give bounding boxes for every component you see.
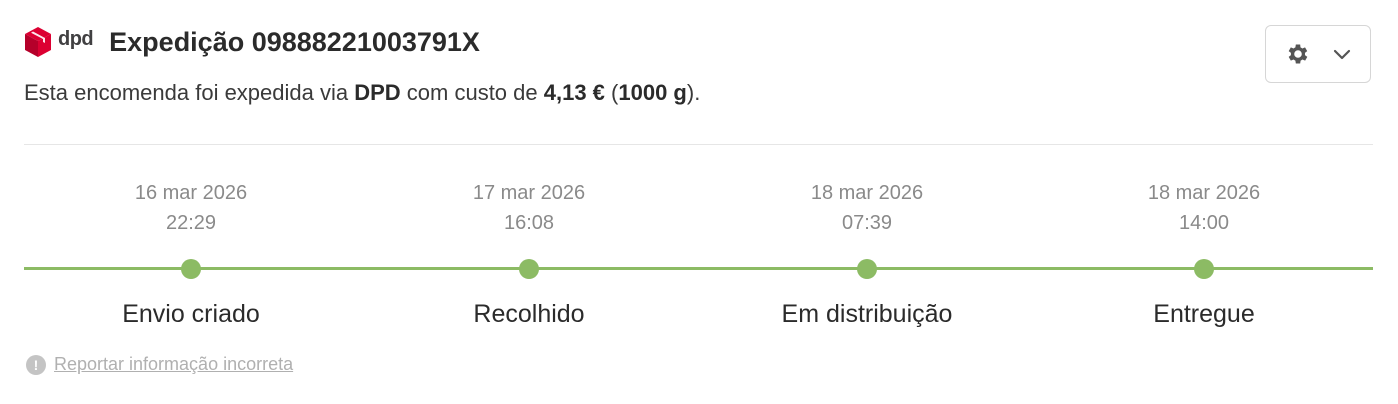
package-weight: 1000 g [618, 80, 687, 105]
carrier-name: DPD [354, 80, 401, 105]
settings-dropdown-button[interactable] [1265, 25, 1371, 83]
step-date: 16 mar 2026 [134, 182, 248, 204]
step-time: 07:39 [841, 212, 893, 234]
timeline-step: 18 mar 2026 14:00 Entregue [1054, 178, 1354, 328]
report-link-text: Reportar informação incorreta [54, 354, 294, 374]
shipping-cost: 4,13 € [543, 80, 605, 105]
step-dot [857, 259, 877, 279]
summary-middle: com custo de [400, 80, 544, 105]
dpd-logo: dpd [24, 26, 94, 58]
shipment-summary: Esta encomenda foi expedida via DPD com … [24, 80, 700, 106]
gear-icon [1288, 44, 1308, 64]
step-dot [181, 259, 201, 279]
page-title: Expedição 09888221003791X [109, 26, 480, 57]
timeline-step: 18 mar 2026 07:39 Em distribuição [717, 178, 1017, 328]
exclamation-icon: ! [26, 354, 46, 375]
step-dot [519, 259, 539, 279]
step-dot [1194, 259, 1214, 279]
step-time: 14:00 [1178, 212, 1230, 234]
summary-prefix: Esta encomenda foi expedida via [24, 80, 355, 105]
step-label: Envio criado [122, 300, 260, 328]
step-date: 17 mar 2026 [472, 182, 586, 204]
step-date: 18 mar 2026 [1147, 182, 1261, 204]
step-label: Entregue [1153, 300, 1255, 328]
shipment-card: dpd Expedição 09888221003791X Esta encom… [0, 0, 1398, 404]
step-time: 16:08 [503, 212, 555, 234]
logo-text: dpd [58, 27, 94, 50]
step-date: 18 mar 2026 [810, 182, 924, 204]
step-time: 22:29 [165, 212, 217, 234]
timeline-step: 16 mar 2026 22:29 Envio criado [41, 178, 341, 328]
timeline-step: 17 mar 2026 16:08 Recolhido [379, 178, 679, 328]
dpd-cube-icon [25, 27, 51, 57]
step-label: Em distribuição [781, 300, 953, 328]
summary-open-paren: ( [604, 80, 619, 105]
divider [24, 144, 1373, 145]
step-label: Recolhido [473, 300, 585, 328]
shipment-header: dpd Expedição 09888221003791X [24, 26, 480, 58]
chevron-down-icon [1333, 49, 1351, 60]
summary-suffix: ). [686, 80, 701, 105]
timeline-track [24, 267, 1373, 270]
report-incorrect-info-link[interactable]: ! Reportar informação incorreta [26, 354, 293, 375]
